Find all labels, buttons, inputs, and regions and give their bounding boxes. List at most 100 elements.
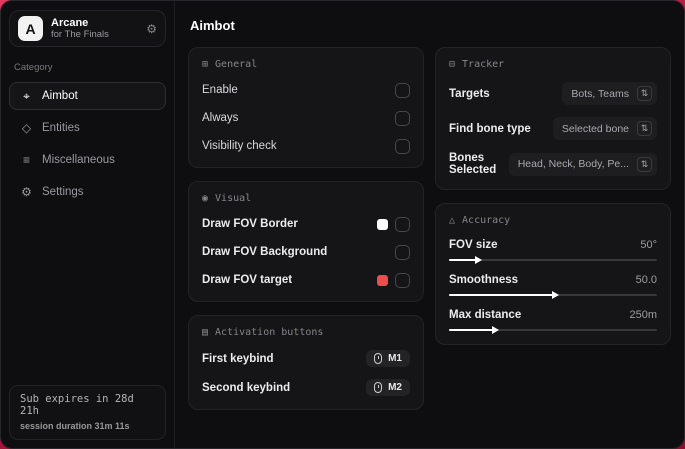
max-distance-slider[interactable] (449, 326, 657, 334)
visual-row-fov-target: Draw FOV target (202, 272, 410, 288)
visual-card-header: ◉ Visual (202, 193, 410, 204)
session-duration: session duration 31m 11s (20, 421, 130, 431)
keybind-value: M1 (388, 353, 402, 364)
general-row-always: Always (202, 110, 410, 126)
crosshair-icon: ⌖ (23, 88, 30, 103)
smoothness-slider-row: Smoothness 50.0 (449, 274, 657, 299)
right-column: ⊟ Tracker Targets Bots, Teams ⇅ Find bon… (435, 47, 671, 345)
dropdown-value: Bots, Teams (571, 87, 629, 100)
always-checkbox[interactable] (395, 110, 410, 126)
row-label: Smoothness (449, 274, 519, 286)
eye-icon: ◉ (202, 193, 209, 204)
row-controls (395, 244, 410, 260)
card-title: Accuracy (462, 215, 511, 226)
general-card: ⊞ General Enable Always Visibility check (188, 47, 424, 168)
grid-icon: ⊞ (202, 59, 209, 70)
second-keybind-button[interactable]: M2 (366, 379, 410, 396)
slider-fill (449, 291, 559, 299)
sidebar-item-settings[interactable]: ⚙ Settings (9, 178, 166, 206)
activation-card: ▤ Activation buttons First keybind M1 Se… (188, 315, 424, 410)
card-title: Activation buttons (215, 327, 324, 338)
slider-fill (449, 326, 499, 334)
accuracy-card-header: △ Accuracy (449, 215, 657, 226)
fov-border-checkbox[interactable] (395, 216, 410, 232)
row-label: Second keybind (202, 381, 291, 394)
mouse-icon (374, 382, 383, 393)
find-bone-type-dropdown[interactable]: Selected bone ⇅ (552, 117, 657, 140)
slider-fill (449, 256, 483, 264)
max-distance-slider-row: Max distance 250m (449, 309, 657, 334)
tracker-row-bones-selected: Bones Selected Head, Neck, Body, Pe... ⇅ (449, 152, 657, 176)
fov-border-color-swatch[interactable] (377, 218, 388, 230)
triangle-icon: △ (449, 215, 456, 226)
dropdown-value: Selected bone (561, 122, 629, 135)
card-title: General (215, 59, 258, 70)
keyboard-icon: ▤ (202, 327, 209, 338)
fov-target-checkbox[interactable] (395, 272, 410, 288)
visual-card: ◉ Visual Draw FOV Border Draw FOV Backgr… (188, 181, 424, 302)
sidebar-item-label: Miscellaneous (42, 154, 115, 166)
scan-icon: ⊟ (449, 59, 456, 70)
sidebar-item-aimbot[interactable]: ⌖ Aimbot (9, 82, 166, 110)
card-title: Tracker (462, 59, 505, 70)
row-controls (377, 272, 410, 288)
sidebar-item-label: Entities (42, 122, 80, 134)
dropdown-value: Head, Neck, Body, Pe... (517, 158, 629, 170)
targets-dropdown[interactable]: Bots, Teams ⇅ (562, 82, 657, 105)
card-columns: ⊞ General Enable Always Visibility check (188, 47, 671, 410)
activation-row-second-keybind: Second keybind M2 (202, 379, 410, 396)
main-content: Aimbot ⊞ General Enable Always Visibilit… (175, 1, 684, 448)
slider-thumb[interactable] (552, 291, 559, 299)
sidebar-item-label: Settings (42, 186, 84, 198)
slider-thumb[interactable] (475, 256, 483, 264)
smoothness-slider[interactable] (449, 291, 657, 299)
sidebar-item-label: Aimbot (42, 90, 78, 102)
sidebar-item-miscellaneous[interactable]: ≡ Miscellaneous (9, 146, 166, 174)
tracker-card: ⊟ Tracker Targets Bots, Teams ⇅ Find bon… (435, 47, 671, 190)
activation-row-first-keybind: First keybind M1 (202, 350, 410, 367)
row-label: Draw FOV Background (202, 246, 328, 258)
brand-title: Arcane (51, 17, 89, 29)
row-controls (377, 216, 410, 232)
brand-subtitle: for The Finals (51, 29, 109, 40)
sliders-icon: ≡ (22, 153, 30, 167)
activation-card-header: ▤ Activation buttons (202, 327, 410, 338)
tracker-card-header: ⊟ Tracker (449, 59, 657, 70)
card-title: Visual (215, 193, 252, 204)
gear-icon: ⚙ (21, 185, 32, 199)
slider-thumb[interactable] (491, 326, 499, 334)
first-keybind-button[interactable]: M1 (366, 350, 410, 367)
slider-head: Max distance 250m (449, 309, 657, 321)
row-label: Max distance (449, 309, 522, 321)
tracker-row-targets: Targets Bots, Teams ⇅ (449, 82, 657, 105)
row-label: Enable (202, 84, 238, 96)
page-title: Aimbot (190, 18, 235, 33)
fov-size-slider[interactable] (449, 256, 657, 264)
chevron-updown-icon: ⇅ (637, 86, 652, 101)
slider-value: 50.0 (635, 274, 657, 286)
brand-text: Arcane for The Finals (51, 17, 109, 40)
bones-selected-dropdown[interactable]: Head, Neck, Body, Pe... ⇅ (508, 152, 657, 176)
app-window: A Arcane for The Finals ⚙ Category ⌖ Aim… (0, 0, 685, 449)
fov-background-checkbox[interactable] (395, 244, 410, 260)
visual-row-fov-background: Draw FOV Background (202, 244, 410, 260)
mouse-icon (374, 353, 383, 364)
slider-value: 250m (629, 309, 657, 321)
gear-icon[interactable]: ⚙ (146, 22, 157, 36)
sidebar-item-entities[interactable]: ◇ Entities (9, 114, 166, 142)
fov-target-color-swatch[interactable] (377, 274, 388, 286)
row-label: Draw FOV target (202, 274, 293, 286)
general-row-visibility-check: Visibility check (202, 138, 410, 154)
brand-logo: A (18, 16, 43, 41)
keybind-value: M2 (388, 382, 402, 393)
enable-checkbox[interactable] (395, 82, 410, 98)
sidebar: A Arcane for The Finals ⚙ Category ⌖ Aim… (1, 1, 175, 448)
tracker-row-find-bone-type: Find bone type Selected bone ⇅ (449, 117, 657, 140)
visibility-check-checkbox[interactable] (395, 138, 410, 154)
slider-value: 50° (640, 239, 657, 251)
chevron-updown-icon: ⇅ (637, 121, 652, 136)
row-label: First keybind (202, 352, 274, 365)
visual-row-fov-border: Draw FOV Border (202, 216, 410, 232)
row-label: Always (202, 112, 239, 124)
